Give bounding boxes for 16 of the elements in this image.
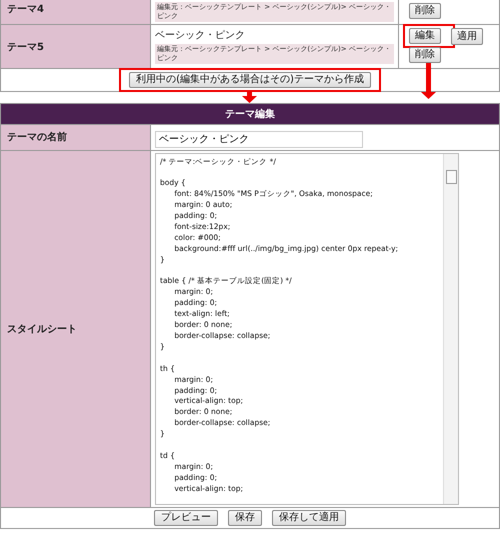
theme-action-button[interactable]: 削除	[409, 47, 441, 63]
theme-label: テーマ5	[1, 25, 151, 68]
theme-action-button[interactable]: 編集	[409, 28, 441, 44]
name-input[interactable]: ベーシック・ピンク	[155, 130, 363, 148]
theme-action-button[interactable]: 削除	[409, 3, 441, 19]
scrollbar[interactable]	[443, 154, 458, 504]
theme-name: ベーシック・ピンク	[155, 29, 246, 42]
editor-header: テーマ編集	[1, 104, 499, 125]
name-label: テーマの名前	[1, 125, 151, 150]
create-theme-button[interactable]: 利用中の(編集中がある場合はその)テーマから作成	[129, 72, 371, 88]
action-button[interactable]: 保存	[228, 510, 262, 526]
theme-label: テーマ4	[1, 0, 151, 24]
action-button[interactable]: プレビュー	[154, 510, 218, 526]
theme-action-button[interactable]: 適用	[451, 28, 483, 45]
stylesheet-label: スタイルシート	[1, 150, 151, 506]
action-button[interactable]: 保存して適用	[272, 510, 346, 526]
